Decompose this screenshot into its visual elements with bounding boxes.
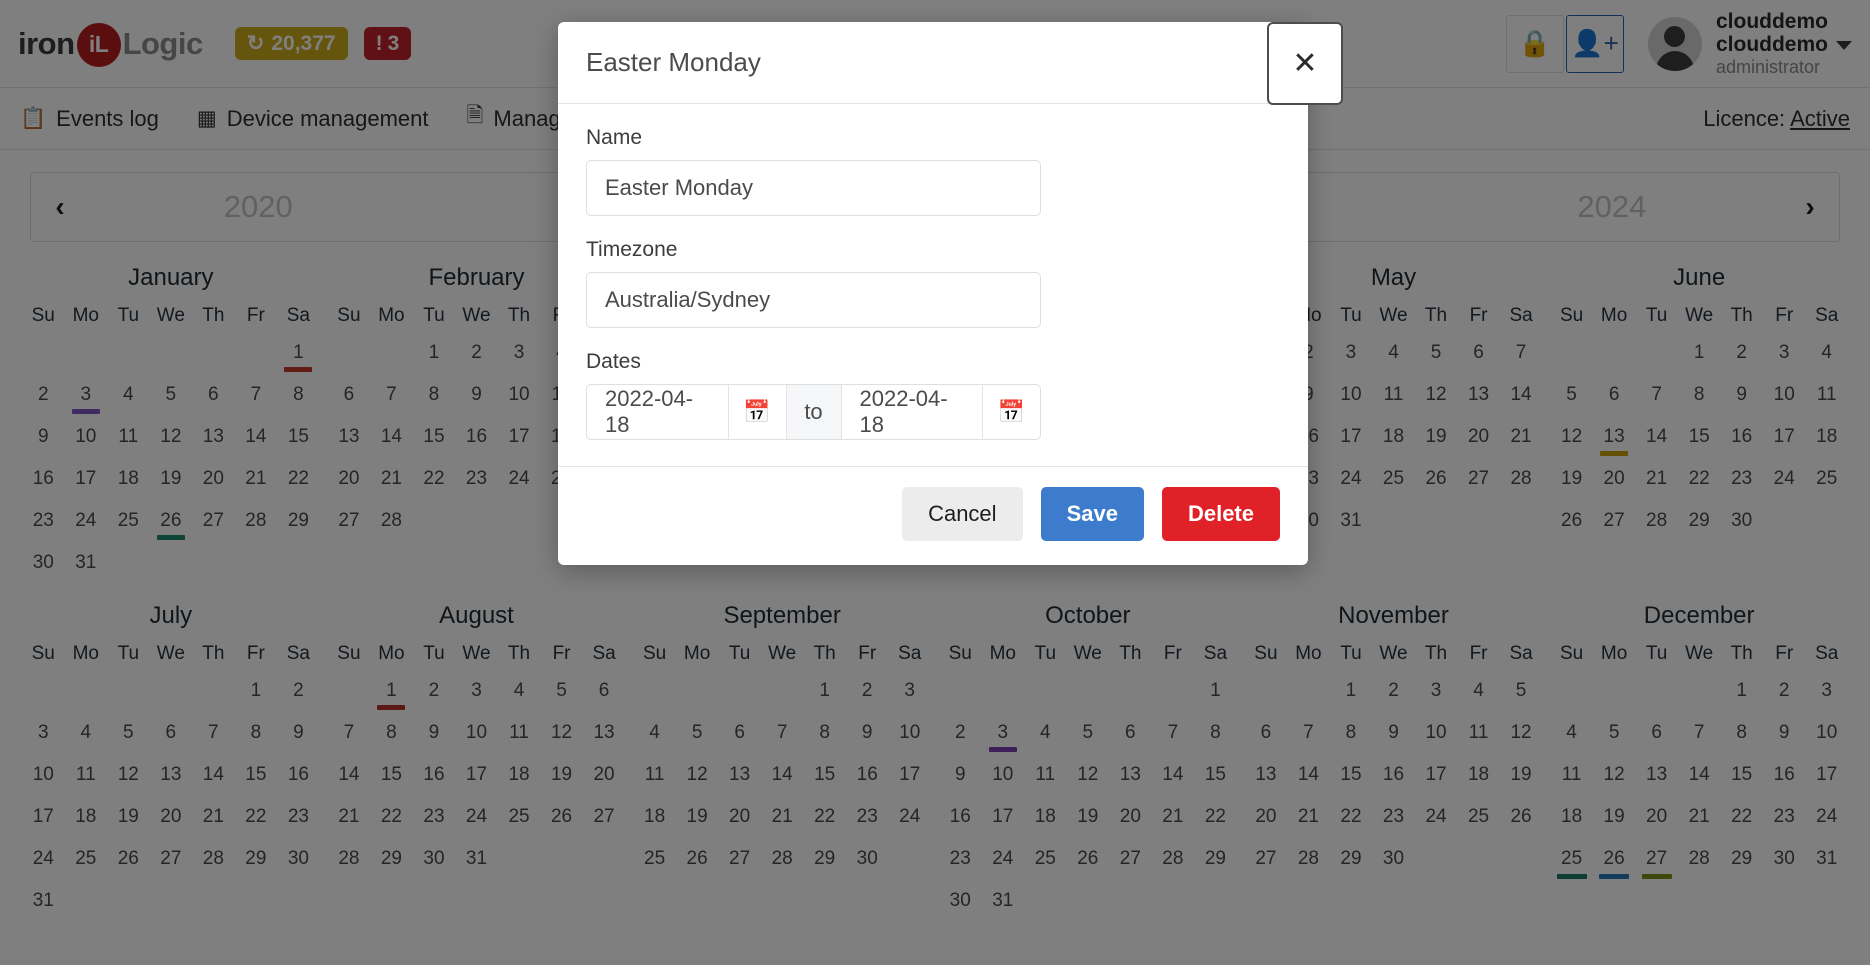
dialog-footer: Cancel Save Delete (558, 466, 1308, 565)
dialog-title: Easter Monday (586, 47, 761, 78)
timezone-label: Timezone (586, 238, 1280, 262)
app-root: ironiLLogic ↻ 20,377 ! 3 🔒 👤+ clouddemo … (0, 0, 1870, 965)
holiday-edit-dialog: Easter Monday ✕ Name Easter Monday Timez… (558, 22, 1308, 565)
calendar-icon[interactable]: 📅 (728, 385, 786, 439)
date-range-separator: to (786, 385, 842, 439)
save-button[interactable]: Save (1041, 487, 1144, 541)
name-input[interactable]: Easter Monday (586, 160, 1041, 216)
timezone-input[interactable]: Australia/Sydney (586, 272, 1041, 328)
delete-button[interactable]: Delete (1162, 487, 1280, 541)
close-icon[interactable]: ✕ (1267, 22, 1343, 105)
dates-label: Dates (586, 350, 1280, 374)
date-from-input[interactable]: 2022-04-18 (587, 385, 728, 439)
dialog-header: Easter Monday ✕ (558, 22, 1308, 104)
dialog-body: Name Easter Monday Timezone Australia/Sy… (558, 104, 1308, 466)
name-label: Name (586, 126, 1280, 150)
date-to-input[interactable]: 2022-04-18 (842, 385, 983, 439)
calendar-icon[interactable]: 📅 (982, 385, 1040, 439)
cancel-button[interactable]: Cancel (902, 487, 1022, 541)
date-range-group: 2022-04-18 📅 to 2022-04-18 📅 (586, 384, 1041, 440)
